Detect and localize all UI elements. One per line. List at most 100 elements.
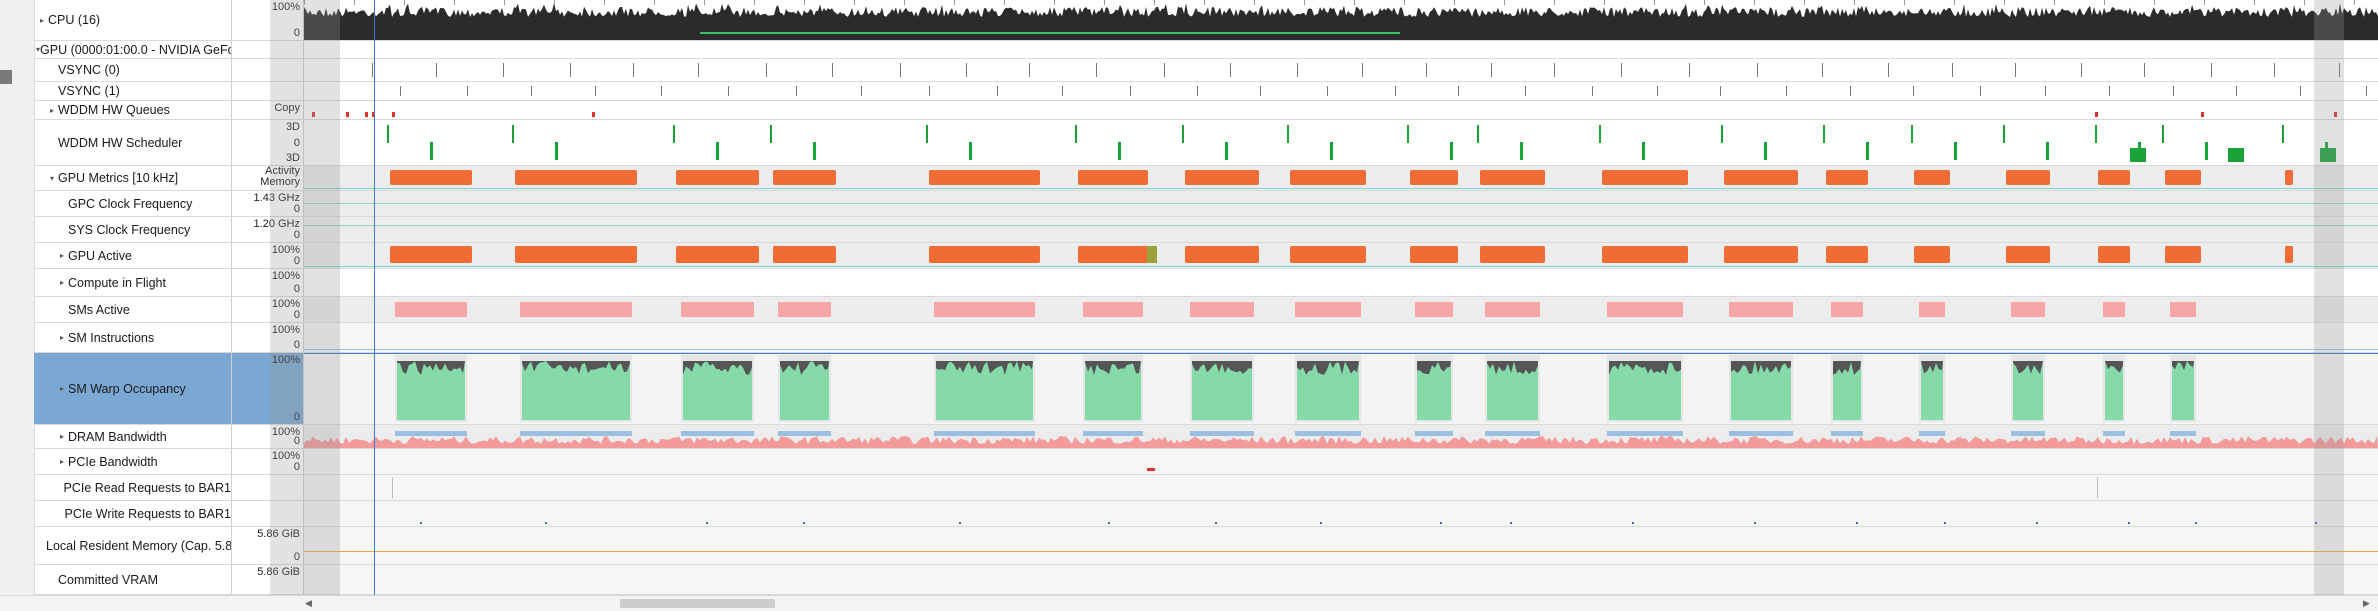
sms-active-area (1415, 302, 1453, 317)
horizontal-scrollbar[interactable]: ◀ ▶ (0, 595, 2378, 611)
ruler-tick (2204, 0, 2205, 5)
write-event (1215, 522, 1217, 524)
row-track[interactable] (304, 565, 2378, 594)
triangle-right-icon[interactable]: ▸ (56, 457, 68, 466)
vsync-tick (503, 63, 504, 77)
row-track[interactable] (304, 353, 2378, 424)
row-track[interactable] (304, 59, 2378, 81)
triangle-right-icon[interactable]: ▸ (36, 16, 48, 25)
row-track[interactable] (304, 297, 2378, 322)
row-track[interactable] (304, 166, 2378, 190)
triangle-right-icon[interactable]: ▸ (56, 333, 68, 342)
row-track[interactable] (304, 217, 2378, 242)
metric-bg (304, 269, 2378, 296)
row-label[interactable]: VSYNC (0) (34, 59, 232, 81)
row-label-text: PCIe Bandwidth (68, 454, 158, 469)
ruler-tick (1204, 0, 1205, 5)
sched-event-3d (430, 142, 433, 160)
gpu-active-burst (2098, 246, 2130, 263)
ruler-tick (354, 0, 355, 5)
row-track[interactable] (304, 449, 2378, 474)
triangle-right-icon[interactable]: ▸ (56, 432, 68, 441)
row-label[interactable]: Local Resident Memory (Cap. 5.8 (34, 527, 232, 564)
row-sms-active[interactable]: SMs Active 100% 0 (34, 297, 2378, 323)
row-label[interactable]: ▾ GPU Metrics [10 kHz] (34, 166, 232, 190)
row-track[interactable] (304, 0, 2378, 40)
row-track[interactable] (304, 501, 2378, 526)
row-track[interactable] (304, 475, 2378, 500)
write-event (2315, 522, 2317, 524)
row-track[interactable] (304, 425, 2378, 448)
row-gpu-metrics[interactable]: ▾ GPU Metrics [10 kHz] Activity Memory (34, 166, 2378, 191)
row-local-mem[interactable]: Local Resident Memory (Cap. 5.8 5.86 GiB 0 (34, 527, 2378, 565)
row-track[interactable] (304, 191, 2378, 216)
row-pcie-bw[interactable]: ▸ PCIe Bandwidth 100% 0 (34, 449, 2378, 475)
triangle-right-icon[interactable]: ▸ (56, 278, 68, 287)
row-pcie-read[interactable]: PCIe Read Requests to BAR1 (34, 475, 2378, 501)
row-wddm-queues[interactable]: ▸ WDDM HW Queues Copy (34, 101, 2378, 120)
row-compute-flight[interactable]: ▸ Compute in Flight 100% 0 (34, 269, 2378, 297)
row-label[interactable]: ▸ DRAM Bandwidth (34, 425, 232, 448)
row-cpu[interactable]: ▸ CPU (16) 100% 0 (34, 0, 2378, 41)
row-sm-instr[interactable]: ▸ SM Instructions 100% 0 (34, 323, 2378, 353)
ruler-tick (2004, 0, 2005, 5)
triangle-down-icon[interactable]: ▾ (46, 174, 58, 183)
row-track[interactable] (304, 527, 2378, 564)
scale-label-bottom: 0 (293, 461, 300, 473)
gpu-plot (304, 41, 2378, 58)
row-wddm-sched[interactable]: WDDM HW Scheduler 3D 0 3D (34, 120, 2378, 166)
row-label[interactable]: ▸ SM Warp Occupancy (34, 353, 232, 424)
time-cursor[interactable] (374, 0, 375, 595)
vsync-tick (1525, 86, 1526, 96)
row-sys-clock[interactable]: SYS Clock Frequency 1.20 GHz 0 (34, 217, 2378, 243)
row-track[interactable] (304, 101, 2378, 119)
row-label[interactable]: VSYNC (1) (34, 82, 232, 100)
write-event (1856, 522, 1858, 524)
row-label[interactable]: PCIe Read Requests to BAR1 (34, 475, 232, 500)
scale-label-mid: 0 (293, 136, 300, 149)
pcie-spike (1147, 468, 1155, 471)
row-track[interactable] (304, 323, 2378, 352)
row-committed-vram[interactable]: Committed VRAM 5.86 GiB (34, 565, 2378, 595)
row-label[interactable]: ▸ Compute in Flight (34, 269, 232, 296)
scrollbar-thumb[interactable] (620, 599, 775, 608)
row-track[interactable] (304, 269, 2378, 296)
row-dram-bw[interactable]: ▸ DRAM Bandwidth 100% 0 (34, 425, 2378, 449)
row-gpu-active[interactable]: ▸ GPU Active 100% 0 (34, 243, 2378, 269)
triangle-right-icon[interactable]: ▸ (56, 251, 68, 260)
row-label[interactable]: PCIe Write Requests to BAR1 (34, 501, 232, 526)
row-pcie-write[interactable]: PCIe Write Requests to BAR1 (34, 501, 2378, 527)
vsync-tick (796, 86, 797, 96)
row-scale (232, 59, 304, 81)
row-track[interactable] (304, 41, 2378, 58)
arrow-right-icon[interactable]: ▶ (2363, 598, 2370, 609)
triangle-right-icon[interactable]: ▸ (46, 106, 58, 115)
row-track[interactable] (304, 82, 2378, 100)
row-sm-warp[interactable]: ▸ SM Warp Occupancy 100% 0 (34, 353, 2378, 425)
row-label[interactable]: ▾ GPU (0000:01:00.0 - NVIDIA GeFor (34, 41, 232, 58)
row-track[interactable] (304, 120, 2378, 165)
gpu-active-burst (676, 246, 759, 263)
vsync-tick (2211, 63, 2212, 77)
row-label[interactable]: ▸ GPU Active (34, 243, 232, 268)
row-vsync0[interactable]: VSYNC (0) (34, 59, 2378, 82)
row-gpu[interactable]: ▾ GPU (0000:01:00.0 - NVIDIA GeFor (34, 41, 2378, 59)
row-label[interactable]: Committed VRAM (34, 565, 232, 594)
row-gpc-clock[interactable]: GPC Clock Frequency 1.43 GHz 0 (34, 191, 2378, 217)
metric-bg (304, 449, 2378, 474)
row-label[interactable]: SMs Active (34, 297, 232, 322)
row-label[interactable]: ▸ WDDM HW Queues (34, 101, 232, 119)
row-label[interactable]: ▸ CPU (16) (34, 0, 232, 40)
row-vsync1[interactable]: VSYNC (1) (34, 82, 2378, 101)
splitter-handle[interactable] (0, 70, 12, 84)
row-label[interactable]: ▸ PCIe Bandwidth (34, 449, 232, 474)
row-track[interactable] (304, 243, 2378, 268)
row-label[interactable]: ▸ SM Instructions (34, 323, 232, 352)
vsync-tick (2236, 86, 2237, 96)
row-scale: 100% 0 (232, 353, 304, 424)
row-label[interactable]: GPC Clock Frequency (34, 191, 232, 216)
row-label[interactable]: WDDM HW Scheduler (34, 120, 232, 165)
arrow-left-icon[interactable]: ◀ (305, 598, 312, 609)
row-label[interactable]: SYS Clock Frequency (34, 217, 232, 242)
triangle-right-icon[interactable]: ▸ (56, 384, 68, 393)
